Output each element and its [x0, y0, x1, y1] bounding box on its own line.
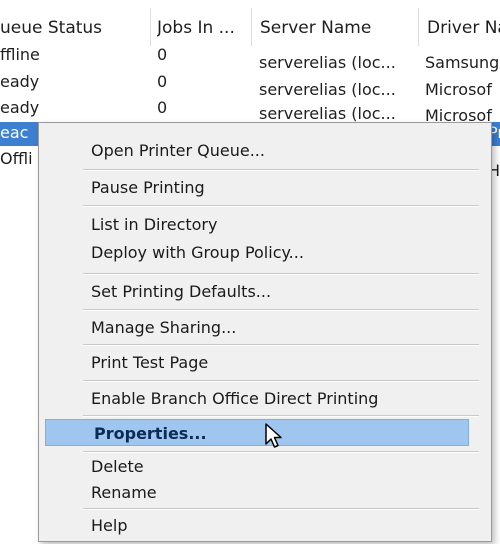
menu-item-manage-sharing[interactable]: Manage Sharing... — [43, 314, 473, 341]
column-header-server-name[interactable]: Server Name — [260, 10, 418, 46]
queue-status-cell: eac — [0, 123, 29, 142]
table-row[interactable]: ffline 0 serverelias (loc... Samsung — [0, 42, 500, 72]
menu-item-set-printing-defaults[interactable]: Set Printing Defaults... — [43, 278, 473, 305]
column-header-queue-status[interactable]: ueue Status — [0, 10, 150, 46]
jobs-in-queue-cell: 0 — [157, 45, 168, 64]
menu-separator — [83, 273, 479, 275]
menu-separator — [83, 380, 479, 382]
queue-status-cell: eady — [0, 72, 40, 91]
menu-separator — [83, 309, 479, 311]
menu-item-pause-printing[interactable]: Pause Printing — [43, 174, 473, 201]
menu-item-help[interactable]: Help — [43, 512, 473, 539]
menu-item-deploy-group-policy[interactable]: Deploy with Group Policy... — [43, 239, 473, 266]
context-menu: Open Printer Queue... Pause Printing Lis… — [38, 122, 492, 542]
menu-separator — [83, 169, 479, 171]
menu-item-open-printer-queue[interactable]: Open Printer Queue... — [43, 137, 473, 164]
menu-item-properties[interactable]: Properties... — [45, 419, 469, 446]
menu-item-rename[interactable]: Rename — [43, 479, 473, 506]
column-header-driver-name[interactable]: Driver Na — [427, 10, 500, 46]
column-header-jobs-in-queue[interactable]: Jobs In ... — [157, 10, 251, 46]
arrow-pointer-icon — [265, 423, 282, 448]
menu-item-list-in-directory[interactable]: List in Directory — [43, 211, 473, 238]
table-row[interactable]: eady 0 serverelias (loc... Microsof — [0, 69, 500, 99]
menu-item-delete[interactable]: Delete — [43, 453, 473, 480]
menu-separator — [83, 205, 479, 207]
column-separator[interactable] — [251, 8, 252, 46]
menu-item-print-test-page[interactable]: Print Test Page — [43, 349, 473, 376]
queue-status-cell: eady — [0, 98, 40, 117]
menu-separator — [83, 508, 479, 510]
queue-status-cell: ffline — [0, 45, 40, 64]
queue-status-cell: Offli — [0, 149, 33, 168]
column-separator[interactable] — [418, 8, 419, 46]
menu-separator — [83, 415, 479, 417]
jobs-in-queue-cell: 0 — [157, 98, 168, 117]
menu-separator — [83, 344, 479, 346]
table-row[interactable]: eady 0 serverelias (loc... Microsof — [0, 95, 500, 125]
menu-item-enable-branch-office-direct-printing[interactable]: Enable Branch Office Direct Printing — [43, 385, 473, 412]
column-separator[interactable] — [150, 8, 151, 46]
jobs-in-queue-cell: 0 — [157, 72, 168, 91]
